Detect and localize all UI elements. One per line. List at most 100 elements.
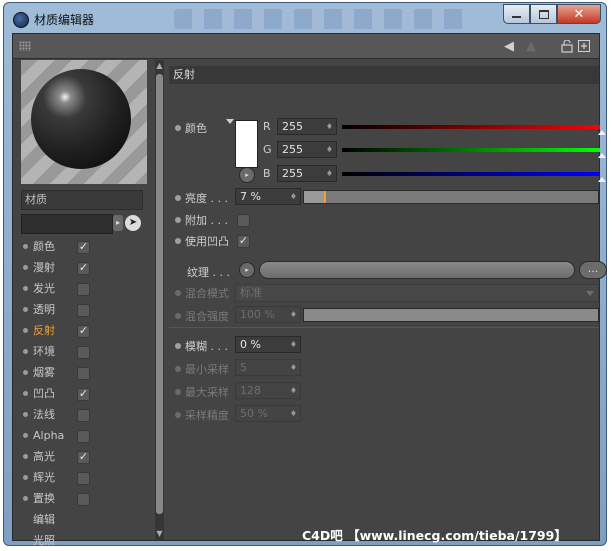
mix-strength-value-field[interactable]: 100 % ♦ <box>235 306 301 323</box>
max-samples-keyframe-dot <box>175 389 181 395</box>
texture-more-button[interactable]: ... <box>579 261 607 279</box>
channel-checkbox[interactable]: ✓ <box>77 388 90 401</box>
g-label: G <box>263 143 272 156</box>
channel-checkbox[interactable] <box>77 409 90 422</box>
brightness-keyframe-dot[interactable] <box>175 195 181 201</box>
new-window-icon[interactable] <box>576 38 592 54</box>
additive-label: 附加 . . . <box>185 214 228 227</box>
channel-item[interactable]: Alpha <box>21 425 147 446</box>
close-icon: ✕ <box>573 6 585 22</box>
brightness-slider-handle[interactable] <box>323 191 326 203</box>
color-dropdown-caret-icon[interactable] <box>226 119 234 124</box>
channel-item[interactable]: 置换 <box>21 488 147 509</box>
color-swatch[interactable] <box>235 120 258 168</box>
window-title: 材质编辑器 <box>34 13 95 27</box>
mix-strength-slider[interactable] <box>303 308 599 322</box>
channel-item[interactable]: 漫射 ✓ <box>21 257 147 278</box>
use-bump-checkbox[interactable]: ✓ <box>237 235 250 248</box>
channel-checkbox[interactable] <box>77 430 90 443</box>
pick-cursor-icon[interactable]: ➤ <box>125 215 141 231</box>
title-bar[interactable]: 材质编辑器 ✕ <box>4 3 606 33</box>
channel-item[interactable]: 高光 ✓ <box>21 446 147 467</box>
channel-item[interactable]: 颜色 ✓ <box>21 236 147 257</box>
color-keyframe-dot[interactable] <box>175 125 181 131</box>
additive-checkbox[interactable] <box>237 214 250 227</box>
maximize-button[interactable] <box>530 4 557 24</box>
channel-checkbox[interactable] <box>77 367 90 380</box>
max-samples-value-field[interactable]: 128 ♦ <box>235 382 301 399</box>
min-samples-value-field[interactable]: 5 ♦ <box>235 359 301 376</box>
channel-checkbox[interactable] <box>77 283 90 296</box>
r-value-field[interactable]: 255 ♦ <box>277 118 337 135</box>
mix-strength-label: 混合强度 <box>185 310 229 323</box>
channel-checkbox[interactable]: ✓ <box>77 241 90 254</box>
channel-item[interactable]: 透明 <box>21 299 147 320</box>
r-gradient-slider[interactable] <box>342 125 600 129</box>
maximize-icon <box>538 9 549 19</box>
material-link-field[interactable] <box>21 214 113 234</box>
channel-label: 反射 <box>33 324 55 337</box>
channel-checkbox[interactable]: ✓ <box>77 451 90 464</box>
channel-dot-icon <box>23 328 28 333</box>
material-link-arrow-button[interactable]: ▸ <box>113 215 123 231</box>
brightness-slider[interactable] <box>303 190 599 204</box>
color-mode-button[interactable]: ▸ <box>239 167 255 183</box>
channel-checkbox[interactable]: ✓ <box>77 325 90 338</box>
material-preview[interactable] <box>21 60 147 184</box>
texture-slot[interactable] <box>259 261 575 279</box>
left-panel: 材质 ▸ ➤ 颜色 ✓ 漫射 ✓ 发光透明反射 ✓ 环境 烟雾 凹凸 ✓ 法线 Alpha 高光 ✓ 辉光置… <box>15 60 147 547</box>
channel-checkbox[interactable]: ✓ <box>77 262 90 275</box>
left-scrollbar[interactable]: ▲ ▼ <box>155 60 164 540</box>
channel-checkbox[interactable] <box>77 493 90 506</box>
mix-mode-keyframe-dot <box>175 290 181 296</box>
lock-icon[interactable] <box>559 38 575 54</box>
channel-checkbox[interactable] <box>77 346 90 359</box>
channel-item[interactable]: 编辑 <box>21 509 147 530</box>
grip-icon[interactable] <box>19 41 31 51</box>
g-slider-handle[interactable] <box>598 153 606 158</box>
channel-item[interactable]: 凹凸 ✓ <box>21 383 147 404</box>
g-value-field[interactable]: 255 ♦ <box>277 141 337 158</box>
channel-label: 漫射 <box>33 261 55 274</box>
sample-accuracy-label: 采样精度 <box>185 409 229 422</box>
back-arrow-icon[interactable]: ◀ <box>501 38 517 54</box>
r-slider-handle[interactable] <box>598 130 606 135</box>
blur-keyframe-dot[interactable] <box>175 343 181 349</box>
minimize-button[interactable] <box>503 4 530 24</box>
channel-label: 法线 <box>33 408 55 421</box>
channel-dot-icon <box>23 307 28 312</box>
channel-item[interactable]: 发光 <box>21 278 147 299</box>
additive-keyframe-dot[interactable] <box>175 217 181 223</box>
sample-accuracy-value-field[interactable]: 50 % ♦ <box>235 405 301 422</box>
mix-mode-dropdown[interactable]: 标准 <box>235 284 599 302</box>
b-value-field[interactable]: 255 ♦ <box>277 165 337 182</box>
channel-dot-icon <box>23 370 28 375</box>
blur-value-field[interactable]: 0 % ♦ <box>235 336 301 353</box>
section-divider <box>169 327 599 328</box>
channel-item[interactable]: 辉光 <box>21 467 147 488</box>
channel-checkbox[interactable] <box>77 304 90 317</box>
material-name-field[interactable]: 材质 <box>21 190 143 210</box>
scroll-up-arrow-icon[interactable]: ▲ <box>155 60 164 72</box>
channel-label: 发光 <box>33 282 55 295</box>
b-gradient-slider[interactable] <box>342 172 600 176</box>
scroll-down-arrow-icon[interactable]: ▼ <box>155 528 164 540</box>
g-gradient-slider[interactable] <box>342 148 600 152</box>
sample-accuracy-keyframe-dot <box>175 412 181 418</box>
texture-menu-button[interactable]: ▸ <box>239 262 255 278</box>
use-bump-keyframe-dot[interactable] <box>175 238 181 244</box>
channel-item[interactable]: 法线 <box>21 404 147 425</box>
forward-arrow-icon[interactable]: ▲ <box>523 38 539 54</box>
editor-client-area: ◀ ▲ 材质 ▸ ➤ 颜色 ✓ 漫射 ✓ 发光透明反射 ✓ 环境 烟雾 凹凸 ✓ 法线 Alpha 高光… <box>12 33 607 547</box>
channel-item[interactable]: 环境 <box>21 341 147 362</box>
channel-dot-icon <box>23 454 28 459</box>
channel-checkbox[interactable] <box>77 472 90 485</box>
channel-item[interactable]: 烟雾 <box>21 362 147 383</box>
b-slider-handle[interactable] <box>598 177 606 182</box>
channel-item[interactable]: 反射 ✓ <box>21 320 147 341</box>
channel-label: 辉光 <box>33 471 55 484</box>
channel-item[interactable]: 光照 <box>21 530 147 551</box>
brightness-value-field[interactable]: 7 % ♦ <box>235 188 301 205</box>
close-button[interactable]: ✕ <box>557 4 601 24</box>
scroll-thumb[interactable] <box>156 74 163 514</box>
